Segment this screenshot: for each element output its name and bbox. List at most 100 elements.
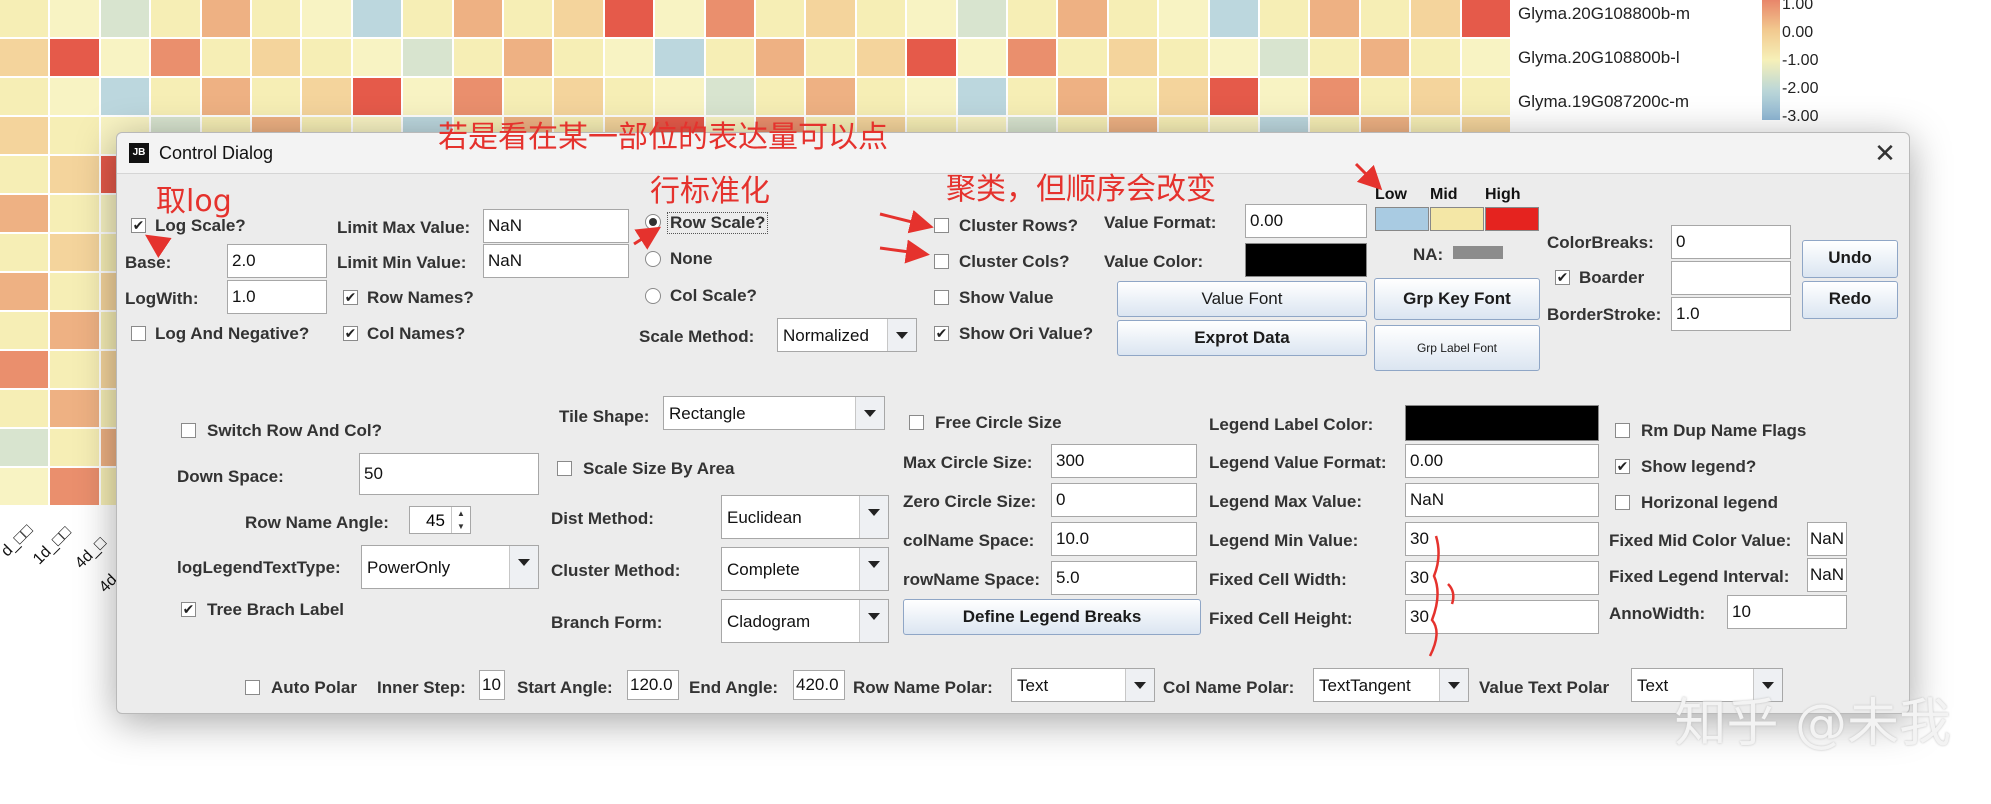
legend-label-color-label: Legend Label Color: — [1209, 415, 1374, 434]
value-color-swatch[interactable] — [1245, 243, 1367, 277]
redo-button[interactable]: Redo — [1802, 281, 1898, 319]
inner-step-input[interactable]: 10 — [479, 670, 505, 700]
heatmap-cell — [0, 117, 49, 154]
row-name-polar-select[interactable]: Text — [1011, 668, 1155, 702]
fixed-cell-width-input[interactable]: 30 — [1405, 561, 1599, 595]
down-space-input[interactable]: 50 — [359, 453, 539, 495]
value-font-button[interactable]: Value Font — [1117, 281, 1367, 317]
tree-brach-label-checkbox[interactable]: ✔ — [181, 602, 196, 617]
fixed-cell-height-input[interactable]: 30 — [1405, 600, 1599, 634]
horizonal-legend-checkbox[interactable] — [1615, 495, 1630, 510]
start-angle-input[interactable]: 120.0 — [627, 670, 679, 700]
row-name-angle-label: Row Name Angle: — [245, 513, 389, 532]
boarder-input[interactable] — [1671, 261, 1791, 295]
free-circle-size-checkbox[interactable] — [909, 415, 924, 430]
cluster-cols-checkbox[interactable] — [934, 254, 949, 269]
close-button[interactable]: ✕ — [1871, 139, 1899, 167]
log-legend-text-type-select[interactable]: PowerOnly — [361, 545, 539, 589]
col-names-checkbox[interactable]: ✔ — [343, 326, 358, 341]
colname-space-label: colName Space: — [903, 531, 1035, 550]
scale-size-by-area-checkbox[interactable] — [557, 461, 572, 476]
heatmap-cell — [1209, 0, 1258, 37]
show-value-checkbox[interactable] — [934, 290, 949, 305]
border-stroke-input[interactable]: 1.0 — [1671, 297, 1791, 331]
show-legend-checkbox[interactable]: ✔ — [1615, 459, 1630, 474]
row-name-angle-spinner[interactable]: 45 ▲ ▼ — [409, 506, 471, 534]
scale-size-by-area-label: Scale Size By Area — [583, 459, 735, 478]
heatmap-cell — [201, 0, 250, 37]
value-format-input[interactable]: 0.00 — [1245, 204, 1367, 238]
define-legend-breaks-button[interactable]: Define Legend Breaks — [903, 599, 1201, 635]
rowname-space-input[interactable]: 5.0 — [1051, 561, 1197, 595]
heatmap-cell — [1159, 78, 1208, 115]
heatmap-cell — [504, 78, 553, 115]
show-legend-label: Show legend? — [1641, 457, 1757, 476]
auto-polar-checkbox[interactable] — [245, 680, 260, 695]
export-data-button[interactable]: Exprot Data — [1117, 320, 1367, 356]
log-scale-checkbox[interactable]: ✔ — [131, 218, 146, 233]
mid-color-swatch[interactable] — [1430, 207, 1484, 231]
undo-button[interactable]: Undo — [1802, 240, 1898, 278]
boarder-checkbox[interactable]: ✔ — [1555, 270, 1570, 285]
dist-method-select[interactable]: Euclidean — [721, 495, 889, 539]
fixed-legend-interval-input[interactable]: NaN — [1807, 558, 1847, 592]
fixed-mid-color-value-input[interactable]: NaN — [1807, 522, 1847, 556]
heatmap-cell — [0, 312, 49, 349]
heatmap-cell — [50, 195, 99, 232]
log-and-negative-checkbox[interactable] — [131, 326, 146, 341]
cluster-cols-label: Cluster Cols? — [959, 252, 1070, 271]
rm-dup-name-flags-checkbox[interactable] — [1615, 423, 1630, 438]
border-stroke-label: BorderStroke: — [1547, 305, 1662, 324]
color-breaks-input[interactable]: 0 — [1671, 225, 1791, 259]
show-ori-value-checkbox[interactable]: ✔ — [934, 326, 949, 341]
heatmap-cell — [655, 78, 704, 115]
heatmap-cell — [907, 0, 956, 37]
low-color-swatch[interactable] — [1375, 207, 1429, 231]
legend-value-format-input[interactable]: 0.00 — [1405, 444, 1599, 478]
scale-method-value: Normalized — [783, 326, 869, 345]
logwith-input[interactable]: 1.0 — [227, 280, 327, 314]
branch-form-select[interactable]: Cladogram — [721, 599, 889, 643]
heatmap-cell — [1008, 78, 1057, 115]
horizonal-legend-label: Horizonal legend — [1641, 493, 1778, 512]
legend-max-value-input[interactable]: NaN — [1405, 483, 1599, 517]
heatmap-cell — [50, 390, 99, 427]
heatmap-cell — [0, 429, 49, 466]
col-name-polar-select[interactable]: TextTangent — [1313, 668, 1469, 702]
zero-circle-size-input[interactable]: 0 — [1051, 483, 1197, 517]
high-color-swatch[interactable] — [1485, 207, 1539, 231]
limit-max-input[interactable]: NaN — [483, 209, 629, 243]
fixed-mid-color-value-label: Fixed Mid Color Value: — [1609, 531, 1792, 550]
none-radio[interactable] — [645, 251, 661, 267]
scale-method-select[interactable]: Normalized — [777, 318, 917, 352]
grp-label-font-button[interactable]: Grp Label Font — [1374, 325, 1540, 371]
spinner-arrows-icon[interactable]: ▲ ▼ — [451, 507, 470, 533]
annotation-cluster: 聚类，但顺序会改变 — [946, 172, 1216, 207]
log-legend-text-type-label: logLegendTextType: — [177, 558, 341, 577]
cluster-rows-checkbox[interactable] — [934, 218, 949, 233]
heatmap-cell — [50, 234, 99, 271]
end-angle-input[interactable]: 420.0 — [793, 670, 845, 700]
row-scale-radio[interactable] — [645, 214, 661, 230]
na-color-swatch[interactable] — [1453, 246, 1503, 259]
col-axis-label: 1d_□□ — [30, 523, 75, 569]
heatmap-cell — [1108, 39, 1158, 76]
legend-min-value-input[interactable]: 30 — [1405, 522, 1599, 556]
grp-key-font-button[interactable]: Grp Key Font — [1374, 278, 1540, 320]
low-label: Low — [1375, 186, 1407, 203]
colname-space-input[interactable]: 10.0 — [1051, 522, 1197, 556]
na-label: NA: — [1413, 245, 1444, 264]
col-scale-label: Col Scale? — [670, 286, 757, 305]
max-circle-size-input[interactable]: 300 — [1051, 444, 1197, 478]
chevron-down-icon — [859, 548, 888, 590]
col-scale-radio[interactable] — [645, 288, 661, 304]
limit-min-input[interactable]: NaN — [483, 244, 629, 278]
switch-row-col-checkbox[interactable] — [181, 423, 196, 438]
legend-label-color-swatch[interactable] — [1405, 405, 1599, 441]
base-input[interactable]: 2.0 — [227, 244, 327, 278]
anno-width-input[interactable]: 10 — [1727, 595, 1847, 629]
heatmap-cell — [201, 39, 250, 76]
row-names-checkbox[interactable]: ✔ — [343, 290, 358, 305]
cluster-method-select[interactable]: Complete — [721, 547, 889, 591]
tile-shape-select[interactable]: Rectangle — [663, 396, 885, 430]
